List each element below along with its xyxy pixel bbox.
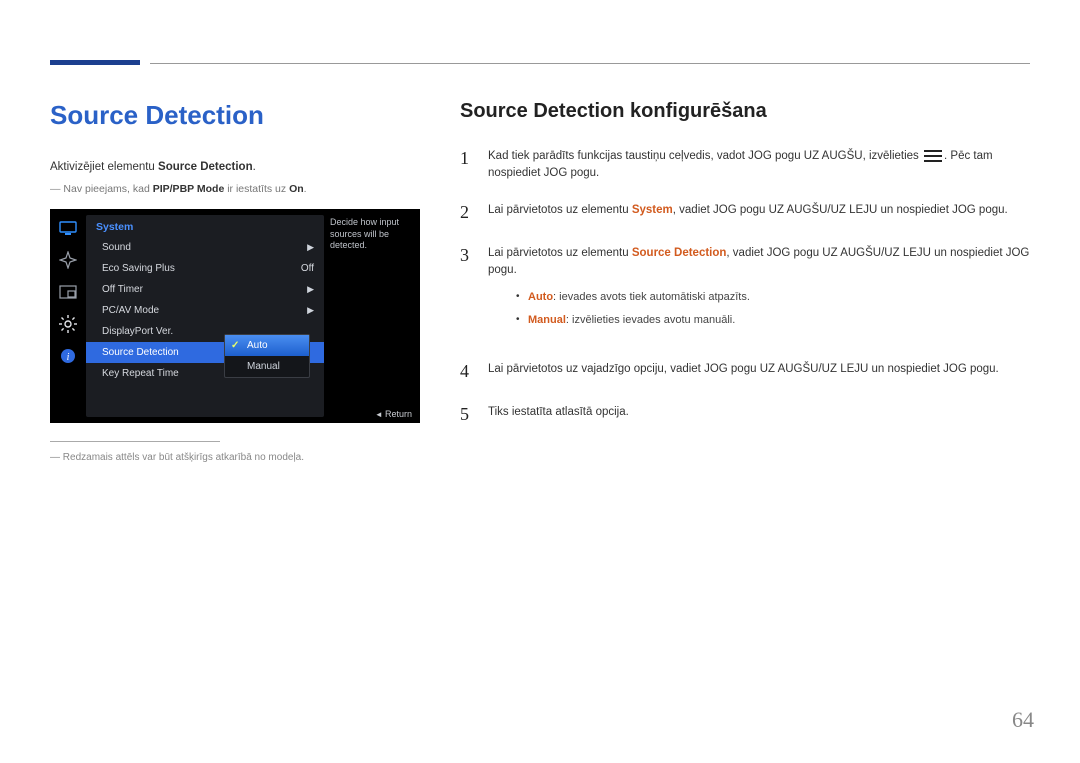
- step-4: 4 Lai pārvietotos uz vajadzīgo opciju, v…: [460, 358, 1030, 385]
- cross-icon: [59, 253, 77, 267]
- osd-row-eco: Eco Saving PlusOff: [86, 258, 324, 279]
- option-list: Auto: ievades avots tiek automātiski atp…: [516, 289, 1030, 328]
- page-content: Source Detection Aktivizējiet elementu S…: [50, 100, 1030, 463]
- gear-icon: [59, 317, 77, 331]
- svg-text:i: i: [67, 352, 70, 363]
- intro-text: Aktivizējiet elementu Source Detection.: [50, 161, 420, 173]
- caret-icon: ▶: [307, 305, 314, 316]
- osd-screenshot: i System Sound▶ Eco Saving PlusOff Off T…: [50, 209, 420, 423]
- step-body: Lai pārvietotos uz vajadzīgo opciju, vad…: [488, 358, 1030, 385]
- popup-option-auto: Auto: [225, 335, 309, 356]
- note-prefix: Nav pieejams, kad: [63, 183, 152, 195]
- caret-icon: ▶: [307, 284, 314, 295]
- note-end: .: [304, 183, 307, 195]
- monitor-icon: [59, 221, 77, 235]
- header-accent-bar: [50, 60, 140, 65]
- note-mid: ir iestatīts uz: [224, 183, 289, 195]
- step-5: 5 Tiks iestatīta atlasītā opcija.: [460, 401, 1030, 428]
- osd-row-offtimer: Off Timer▶: [86, 279, 324, 300]
- intro-prefix: Aktivizējiet elementu: [50, 161, 158, 173]
- separator: [50, 441, 220, 442]
- section-title: Source Detection konfigurēšana: [460, 100, 1030, 123]
- term-system: System: [632, 204, 673, 216]
- step-number: 2: [460, 199, 474, 226]
- pip-icon: [59, 285, 77, 299]
- info-icon: i: [59, 349, 77, 363]
- left-column: Source Detection Aktivizējiet elementu S…: [50, 100, 420, 463]
- popup-option-manual: Manual: [225, 356, 309, 377]
- header-rule: [150, 63, 1030, 64]
- step-number: 5: [460, 401, 474, 428]
- step-body: Kad tiek parādīts funkcijas taustiņu ceļ…: [488, 145, 1030, 183]
- osd-row-sound: Sound▶: [86, 237, 324, 258]
- step-number: 1: [460, 145, 474, 183]
- osd-menu: System Sound▶ Eco Saving PlusOff Off Tim…: [86, 215, 324, 417]
- step-3: 3 Lai pārvietotos uz elementu Source Det…: [460, 242, 1030, 343]
- osd-help-text: Decide how input sources will be detecte…: [324, 209, 420, 423]
- step-number: 4: [460, 358, 474, 385]
- osd-popup: Auto Manual: [224, 334, 310, 378]
- osd-row-pcav: PC/AV Mode▶: [86, 300, 324, 321]
- note-on: On: [289, 183, 304, 195]
- page-title: Source Detection: [50, 100, 420, 131]
- menu-icon: [924, 150, 942, 162]
- term-source-detection: Source Detection: [632, 247, 727, 259]
- image-disclaimer: Redzamais attēls var būt atšķirīgs atkar…: [50, 452, 420, 463]
- step-body: Lai pārvietotos uz elementu System, vadi…: [488, 199, 1030, 226]
- step-number: 3: [460, 242, 474, 343]
- step-body: Lai pārvietotos uz elementu Source Detec…: [488, 242, 1030, 343]
- option-auto: Auto: ievades avots tiek automātiski atp…: [516, 289, 1030, 306]
- note-bold-mode: PIP/PBP Mode: [153, 183, 225, 195]
- step-1: 1 Kad tiek parādīts funkcijas taustiņu c…: [460, 145, 1030, 183]
- availability-note: Nav pieejams, kad PIP/PBP Mode ir iestat…: [50, 183, 420, 195]
- intro-bold: Source Detection: [158, 161, 253, 173]
- step-body: Tiks iestatīta atlasītā opcija.: [488, 401, 1030, 428]
- caret-icon: ▶: [307, 242, 314, 253]
- osd-iconbar: i: [50, 209, 86, 423]
- intro-suffix: .: [253, 161, 256, 173]
- page-number: 64: [1012, 707, 1034, 733]
- option-manual: Manual: izvēlieties ievades avotu manuāl…: [516, 312, 1030, 329]
- step-2: 2 Lai pārvietotos uz elementu System, va…: [460, 199, 1030, 226]
- osd-menu-title: System: [86, 215, 324, 237]
- right-column: Source Detection konfigurēšana 1 Kad tie…: [460, 100, 1030, 463]
- osd-return-label: Return: [375, 409, 412, 419]
